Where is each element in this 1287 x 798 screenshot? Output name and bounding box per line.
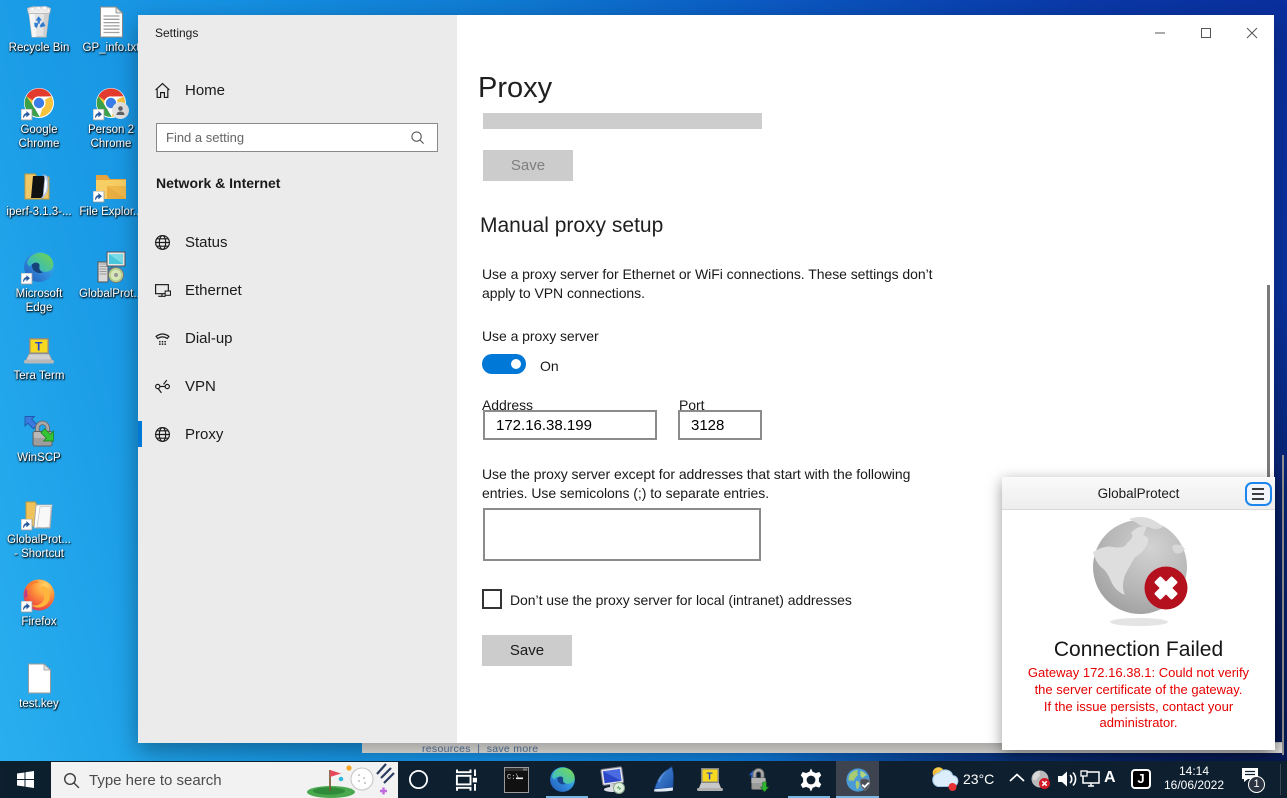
svg-text:T: T xyxy=(35,340,43,354)
svg-text:T: T xyxy=(707,771,713,782)
